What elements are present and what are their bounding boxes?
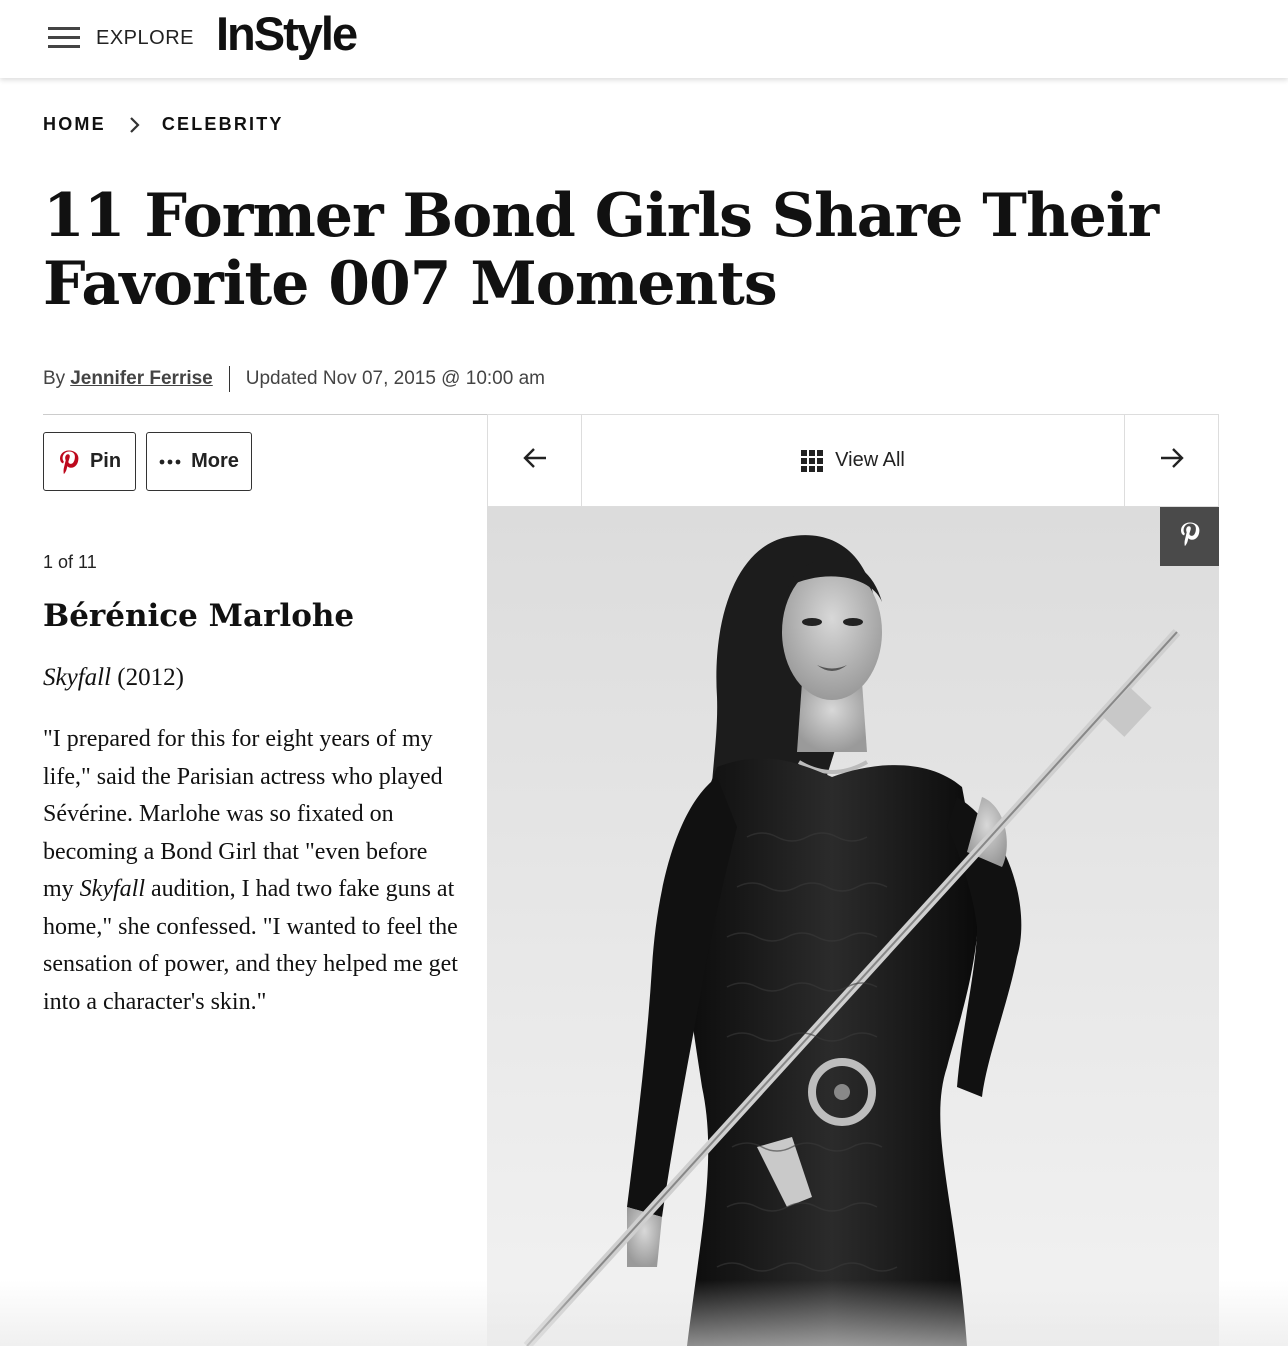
grid-icon — [801, 449, 824, 472]
byline-divider — [228, 366, 230, 392]
hamburger-icon[interactable] — [48, 27, 80, 49]
photo-illustration — [487, 507, 1219, 1346]
page-title: 11 Former Bond Girls Share Their Favorit… — [43, 182, 1163, 318]
film-title: Skyfall — [43, 664, 112, 691]
breadcrumb-home[interactable]: HOME — [43, 114, 106, 135]
page-title-line-2: Favorite 007 Moments — [43, 249, 778, 319]
page-title-line-1: 11 Former Bond Girls Share Their — [43, 181, 1159, 251]
byline-prefix: By — [43, 368, 66, 389]
slide-heading: Bérénice Marlohe — [43, 598, 355, 634]
arrow-right-icon — [1159, 447, 1185, 474]
site-header: EXPLORE InStyle — [0, 0, 1288, 78]
slide-photo — [487, 507, 1219, 1346]
gallery-navigation: View All — [487, 414, 1219, 507]
pinterest-icon — [1179, 520, 1201, 553]
previous-slide-button[interactable] — [488, 415, 582, 506]
author-link[interactable]: Jennifer Ferrise — [70, 368, 213, 390]
chevron-right-icon — [124, 115, 144, 135]
slide-description: "I prepared for this for eight years of … — [43, 721, 463, 1021]
next-slide-button[interactable] — [1124, 415, 1218, 506]
more-button[interactable]: More — [146, 432, 252, 491]
more-dots-icon — [159, 459, 181, 465]
film-credit: Skyfall (2012) — [43, 664, 184, 692]
pinterest-icon — [58, 449, 80, 475]
instyle-logo[interactable]: InStyle — [216, 6, 358, 61]
pin-button-label: Pin — [89, 450, 122, 472]
film-year: (2012) — [117, 664, 184, 691]
breadcrumb: HOME CELEBRITY — [43, 114, 284, 135]
slide-description-italic: Skyfall — [79, 876, 145, 902]
slide-counter: 1 of 11 — [43, 552, 97, 572]
arrow-left-icon — [522, 447, 548, 474]
explore-menu-label[interactable]: EXPLORE — [96, 27, 194, 50]
byline: By Jennifer Ferrise Updated Nov 07, 2015… — [43, 366, 545, 392]
view-all-label: View All — [835, 449, 905, 471]
more-button-label: More — [191, 450, 239, 472]
updated-date: Updated Nov 07, 2015 @ 10:00 am — [245, 368, 545, 389]
breadcrumb-celebrity[interactable]: CELEBRITY — [162, 114, 284, 135]
photo-pin-button[interactable] — [1160, 507, 1219, 566]
view-all-button[interactable]: View All — [582, 415, 1124, 506]
divider — [43, 414, 488, 415]
pin-button[interactable]: Pin — [43, 432, 136, 491]
